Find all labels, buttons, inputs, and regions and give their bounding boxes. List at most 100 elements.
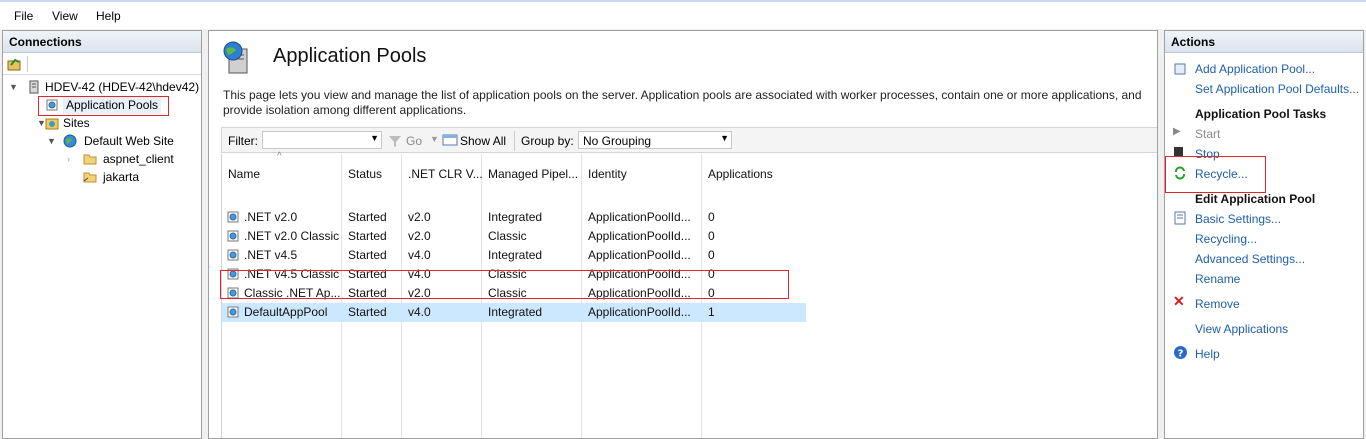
- actions-title: Actions: [1165, 31, 1363, 53]
- cell-pipeline: Integrated: [488, 248, 543, 262]
- start-link[interactable]: Start: [1195, 127, 1220, 141]
- cell-clr: v4.0: [408, 305, 431, 319]
- column-header-pipeline[interactable]: Managed Pipel...: [488, 167, 578, 181]
- set-pool-defaults-link[interactable]: Set Application Pool Defaults...: [1195, 82, 1359, 96]
- recycling-link[interactable]: Recycling...: [1195, 232, 1257, 246]
- tree-item-jakarta[interactable]: jakarta: [3, 168, 201, 186]
- highlight-default-app-pool: [220, 270, 789, 299]
- advanced-settings-link[interactable]: Advanced Settings...: [1195, 252, 1305, 266]
- server-icon: [29, 80, 39, 94]
- menu-file[interactable]: File: [14, 9, 33, 23]
- expand-toggle[interactable]: ▼: [9, 78, 18, 96]
- add-application-pool-link[interactable]: Add Application Pool...: [1195, 62, 1315, 76]
- menu-help[interactable]: Help: [96, 9, 121, 23]
- cell-apps: 0: [708, 248, 715, 262]
- cell-identity: ApplicationPoolId...: [588, 248, 691, 262]
- column-header-status[interactable]: Status: [348, 167, 382, 181]
- cell-name: .NET v2.0: [244, 210, 298, 224]
- table-row[interactable]: .NET v4.5 Started v4.0 Integrated Applicatio…: [222, 246, 806, 265]
- cell-name: .NET v2.0 Classic: [244, 229, 340, 243]
- collapse-toggle[interactable]: ›: [67, 150, 70, 168]
- filter-label: Filter:: [228, 134, 258, 148]
- actions-panel: Actions Add Application Pool... Set Appl…: [1164, 30, 1364, 439]
- column-header-name[interactable]: Name: [228, 167, 260, 181]
- rename-link[interactable]: Rename: [1195, 272, 1240, 286]
- cell-identity: ApplicationPoolId...: [588, 210, 691, 224]
- app-pool-icon: [227, 249, 239, 261]
- basic-settings-icon: [1174, 211, 1186, 225]
- show-all-button[interactable]: Show All: [460, 134, 506, 148]
- cell-name: DefaultAppPool: [244, 305, 328, 319]
- svg-text:?: ?: [1178, 349, 1184, 360]
- connections-panel: Connections ▼ HDEV-42 (HDEV-42\hdev42) A…: [2, 30, 202, 439]
- cell-status: Started: [348, 210, 387, 224]
- expand-toggle[interactable]: ▼: [47, 132, 56, 150]
- cell-identity: ApplicationPoolId...: [588, 229, 691, 243]
- filter-input[interactable]: ▼: [262, 131, 382, 149]
- cell-name: .NET v4.5: [244, 248, 298, 262]
- show-all-icon: [442, 134, 458, 146]
- remove-link[interactable]: Remove: [1195, 297, 1240, 311]
- stop-icon: [1174, 147, 1183, 156]
- cell-status: Started: [348, 229, 387, 243]
- cell-identity: ApplicationPoolId...: [588, 305, 691, 319]
- cell-status: Started: [348, 248, 387, 262]
- connections-title: Connections: [3, 31, 201, 53]
- tree-item-default-web-site[interactable]: ▼ Default Web Site: [3, 132, 201, 150]
- go-button[interactable]: Go: [406, 134, 422, 148]
- tree-item-aspnet-client[interactable]: › aspnet_client: [3, 150, 201, 168]
- go-filter-icon: [389, 136, 401, 147]
- highlight-recycle: [1165, 156, 1266, 193]
- connect-icon[interactable]: [7, 57, 21, 71]
- menu-bar: File View Help: [0, 0, 1366, 29]
- cell-clr: v2.0: [408, 210, 431, 224]
- cell-clr: v2.0: [408, 229, 431, 243]
- cell-pipeline: Integrated: [488, 305, 543, 319]
- cell-apps: 0: [708, 210, 715, 224]
- column-header-identity[interactable]: Identity: [588, 167, 627, 181]
- app-pool-icon: [227, 211, 239, 223]
- tree-label: jakarta: [103, 170, 140, 184]
- filter-bar: Filter: ▼ Go ▼ Show All Group by: No Gro…: [221, 127, 1157, 153]
- help-link[interactable]: Help: [1195, 347, 1220, 361]
- globe-icon: [63, 134, 77, 148]
- menu-view[interactable]: View: [52, 9, 78, 23]
- highlight-application-pools: [38, 96, 169, 116]
- column-header-applications[interactable]: Applications: [708, 167, 773, 181]
- view-applications-link[interactable]: View Applications: [1195, 322, 1288, 336]
- connections-toolbar: [3, 53, 201, 75]
- tree-label: HDEV-42 (HDEV-42\hdev42): [45, 80, 200, 94]
- cell-pipeline: Classic: [488, 229, 527, 243]
- app-pool-icon: [227, 306, 239, 318]
- table-row[interactable]: .NET v2.0 Started v2.0 Integrated Applicatio…: [222, 208, 806, 227]
- pool-tasks-heading: Application Pool Tasks: [1195, 107, 1327, 121]
- tree-item-sites[interactable]: ▼ Sites: [3, 114, 201, 132]
- group-by-select[interactable]: No Grouping ▼: [578, 131, 732, 149]
- folder-icon: [83, 154, 97, 165]
- add-pool-icon: [1174, 63, 1186, 75]
- page-description: This page lets you view and manage the l…: [223, 88, 1142, 117]
- go-dropdown-icon[interactable]: ▼: [430, 134, 439, 144]
- app-pool-icon: [227, 230, 239, 242]
- cell-apps: 0: [708, 229, 715, 243]
- cell-apps: 1: [708, 305, 715, 319]
- table-row[interactable]: DefaultAppPool Started v4.0 Integrated Appli…: [222, 303, 806, 322]
- edit-pool-heading: Edit Application Pool: [1195, 192, 1316, 206]
- column-header-clr[interactable]: .NET CLR V...: [408, 167, 483, 181]
- page-title: Application Pools: [273, 45, 427, 67]
- sort-ascending-icon: ^: [277, 151, 282, 162]
- tree-label: Default Web Site: [84, 134, 174, 148]
- group-by-value: No Grouping: [583, 134, 652, 148]
- main-content-panel: Application Pools This page lets you vie…: [208, 30, 1158, 439]
- virtual-folder-icon: [83, 172, 97, 183]
- remove-icon: ✕: [1173, 293, 1185, 309]
- cell-status: Started: [348, 305, 387, 319]
- tree-label: aspnet_client: [103, 152, 174, 166]
- tree-item-server[interactable]: ▼ HDEV-42 (HDEV-42\hdev42): [3, 78, 201, 96]
- filter-dropdown-icon[interactable]: ▼: [370, 133, 379, 143]
- help-icon: ?: [1174, 346, 1187, 360]
- basic-settings-link[interactable]: Basic Settings...: [1195, 212, 1281, 226]
- application-pools-icon: [223, 41, 248, 74]
- table-row[interactable]: .NET v2.0 Classic Started v2.0 Classic Appli…: [222, 227, 806, 246]
- tree-label: Sites: [63, 116, 90, 130]
